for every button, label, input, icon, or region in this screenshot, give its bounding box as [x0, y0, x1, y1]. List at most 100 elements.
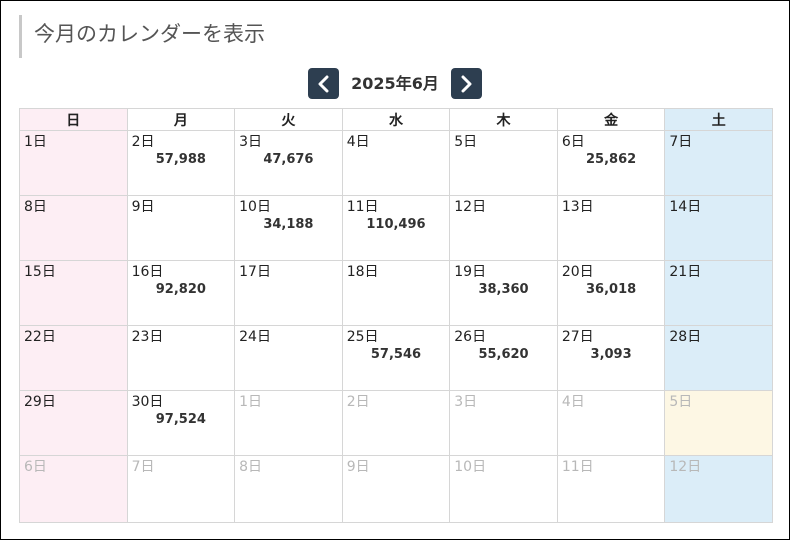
day-value: 92,820 [155, 282, 206, 297]
chevron-left-icon [318, 75, 329, 92]
calendar-day-cell[interactable]: 7日 [664, 130, 773, 196]
day-number: 1日 [239, 394, 263, 410]
day-number: 17日 [239, 264, 271, 280]
calendar-week-row: 15日 16日 92,820 17日 18日 19日 38,360 20日 36,018 21日 [19, 260, 773, 326]
calendar-day-cell[interactable]: 19日 38,360 [449, 260, 558, 326]
calendar-day-cell[interactable]: 4日 [341, 130, 451, 196]
calendar-day-cell[interactable]: 6日 [19, 455, 128, 523]
calendar-day-cell[interactable]: 11日 110,496 [341, 195, 451, 261]
calendar-day-cell[interactable]: 15日 [19, 260, 128, 326]
calendar-day-cell[interactable]: 3日 [449, 390, 558, 456]
day-value: 3,093 [590, 347, 632, 362]
day-value: 25,862 [586, 152, 637, 167]
calendar-day-cell[interactable]: 23日 [126, 325, 236, 391]
month-label: 2025年6月 [351, 74, 439, 93]
weekday-tue: 火 [234, 108, 343, 131]
calendar-day-cell[interactable]: 14日 [664, 195, 773, 261]
calendar-day-cell[interactable]: 24日 [234, 325, 343, 391]
calendar-day-cell[interactable]: 5日 [449, 130, 558, 196]
calendar-week-row: 8日 9日 10日 34,188 11日 110,496 12日 13日 14日 [19, 195, 773, 261]
day-number: 15日 [24, 264, 56, 280]
weekday-mon: 月 [126, 108, 236, 131]
day-number: 6日 [24, 459, 47, 475]
day-number: 7日 [131, 459, 155, 475]
day-number: 30日 [131, 394, 164, 410]
calendar-day-cell[interactable]: 4日 [556, 390, 666, 456]
day-number: 28日 [669, 329, 702, 345]
day-value: 55,620 [478, 347, 529, 362]
day-number: 3日 [239, 134, 263, 150]
calendar-day-cell[interactable]: 16日 92,820 [126, 260, 236, 326]
day-number: 18日 [346, 264, 379, 280]
next-month-button[interactable] [450, 68, 482, 99]
calendar-day-cell[interactable]: 26日 55,620 [449, 325, 558, 391]
day-number: 9日 [346, 459, 370, 475]
day-value: 36,018 [586, 282, 637, 297]
weekday-sat: 土 [664, 108, 773, 131]
calendar-week-row: 1日 2日 57,988 3日 47,676 4日 5日 6日 25,862 7日 [19, 130, 773, 196]
calendar-day-cell[interactable]: 21日 [664, 260, 773, 326]
calendar-day-cell[interactable]: 2日 [341, 390, 451, 456]
weekday-header-row: 日 月 火 水 木 金 土 [19, 108, 773, 131]
day-number: 8日 [239, 459, 263, 475]
calendar-day-cell[interactable]: 8日 [234, 455, 343, 523]
calendar-day-cell[interactable]: 2日 57,988 [126, 130, 236, 196]
day-number: 27日 [561, 329, 594, 345]
day-number: 13日 [561, 199, 594, 215]
calendar-day-cell[interactable]: 18日 [341, 260, 451, 326]
day-number: 24日 [239, 329, 271, 345]
day-number: 2日 [131, 134, 155, 150]
calendar-day-cell[interactable]: 25日 57,546 [341, 325, 451, 391]
page-title: 今月のカレンダーを表示 [19, 15, 265, 58]
day-number: 5日 [669, 394, 693, 410]
day-number: 10日 [454, 459, 487, 475]
day-number: 16日 [131, 264, 164, 280]
calendar-week-row: 29日 30日 97,524 1日 2日 3日 4日 5日 [19, 390, 773, 456]
day-number: 4日 [346, 134, 370, 150]
day-number: 26日 [454, 329, 487, 345]
day-number: 6日 [561, 134, 585, 150]
calendar-day-cell[interactable]: 8日 [19, 195, 128, 261]
calendar-day-cell[interactable]: 9日 [126, 195, 236, 261]
calendar-day-cell[interactable]: 29日 [19, 390, 128, 456]
calendar-day-cell[interactable]: 3日 47,676 [234, 130, 343, 196]
weekday-fri: 金 [556, 108, 666, 131]
day-value: 97,524 [155, 412, 206, 427]
calendar-week-row: 22日 23日 24日 25日 57,546 26日 55,620 27日 3,093 28日 [19, 325, 773, 391]
calendar-day-cell[interactable]: 1日 [234, 390, 343, 456]
calendar-day-cell[interactable]: 30日 97,524 [126, 390, 236, 456]
calendar-day-cell[interactable]: 10日 [449, 455, 558, 523]
calendar-day-cell[interactable]: 27日 3,093 [556, 325, 666, 391]
calendar-day-cell[interactable]: 6日 25,862 [556, 130, 666, 196]
day-value: 47,676 [263, 152, 314, 167]
day-value: 34,188 [263, 217, 314, 232]
day-number: 14日 [669, 199, 702, 215]
calendar-day-cell[interactable]: 12日 [449, 195, 558, 261]
prev-month-button[interactable] [308, 68, 340, 99]
calendar-day-cell[interactable]: 11日 [556, 455, 666, 523]
calendar-day-cell[interactable]: 22日 [19, 325, 128, 391]
day-number: 11日 [561, 459, 594, 475]
calendar-day-cell[interactable]: 17日 [234, 260, 343, 326]
day-number: 8日 [24, 199, 47, 215]
day-value: 57,546 [370, 347, 422, 362]
day-number: 12日 [669, 459, 702, 475]
calendar-day-cell[interactable]: 10日 34,188 [234, 195, 343, 261]
calendar-day-cell[interactable]: 28日 [664, 325, 773, 391]
day-number: 19日 [454, 264, 487, 280]
day-number: 22日 [24, 329, 56, 345]
weekday-thu: 木 [449, 108, 558, 131]
day-value: 38,360 [478, 282, 529, 297]
calendar-grid: 日 月 火 水 木 金 土 1日 2日 57,988 3日 47,676 4日 5日 6日 25… [19, 108, 773, 523]
calendar-day-cell[interactable]: 7日 [126, 455, 236, 523]
calendar-day-cell[interactable]: 5日 [664, 390, 773, 456]
weekday-wed: 水 [341, 108, 451, 131]
calendar-day-cell[interactable]: 9日 [341, 455, 451, 523]
day-number: 12日 [454, 199, 487, 215]
calendar-day-cell[interactable]: 20日 36,018 [556, 260, 666, 326]
calendar-day-cell[interactable]: 1日 [19, 130, 128, 196]
calendar-day-cell[interactable]: 12日 [664, 455, 773, 523]
weekday-sun: 日 [19, 108, 128, 131]
day-number: 25日 [346, 329, 379, 345]
calendar-day-cell[interactable]: 13日 [556, 195, 666, 261]
